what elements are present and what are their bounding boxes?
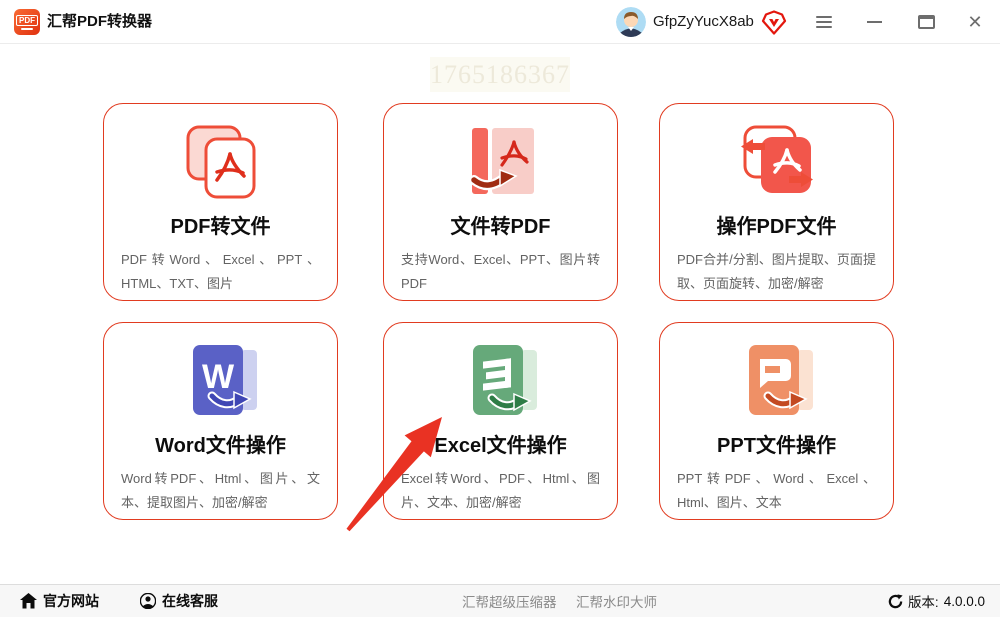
close-icon: ✕ bbox=[967, 12, 983, 32]
card-desc: Word转PDF、Html、图片、文本、提取图片、加密/解密 bbox=[121, 471, 320, 511]
app-logo-text: PDF bbox=[16, 14, 38, 26]
file-to-pdf-icon bbox=[456, 124, 546, 200]
app-logo-icon: PDF bbox=[14, 9, 40, 35]
super-compressor-link[interactable]: 汇帮超级压缩器 bbox=[462, 585, 557, 617]
card-desc: Excel转Word、PDF、Html、图片、文本、加密/解密 bbox=[401, 471, 600, 511]
version-info: 版本: 4.0.0.0 bbox=[888, 585, 985, 617]
app-title: 汇帮PDF转换器 bbox=[47, 13, 153, 30]
card-title: 操作PDF文件 bbox=[716, 216, 837, 238]
pdf-to-file-icon bbox=[176, 124, 266, 200]
avatar-icon bbox=[616, 7, 646, 37]
card-desc: 支持Word、Excel、PPT、图片转PDF bbox=[401, 252, 600, 292]
card-desc: PDF转Word、Excel、PPT、HTML、TXT、图片 bbox=[121, 252, 320, 292]
minimize-button[interactable] bbox=[856, 0, 892, 44]
vip-badge-icon[interactable] bbox=[761, 10, 787, 35]
excel-ops-icon bbox=[456, 343, 546, 419]
ppt-ops-icon bbox=[732, 343, 822, 419]
maximize-icon bbox=[917, 15, 935, 29]
card-word-ops[interactable]: W Word文件操作 Word转PDF、Html、图片、文本、提取图片、加密/解… bbox=[103, 322, 338, 520]
card-title: Word文件操作 bbox=[155, 435, 286, 457]
online-service-label: 在线客服 bbox=[162, 593, 218, 609]
user-avatar[interactable] bbox=[616, 7, 646, 37]
id-watermark: 1765186367 bbox=[430, 57, 570, 92]
annotation-arrow bbox=[346, 417, 442, 532]
card-excel-ops[interactable]: Excel文件操作 Excel转Word、PDF、Html、图片、文本、加密/解… bbox=[383, 322, 618, 520]
app-window: PDF 汇帮PDF转换器 GfpZyYucX8ab ✕ 1765186367 P… bbox=[0, 0, 1000, 617]
menu-button[interactable] bbox=[806, 0, 842, 44]
home-icon bbox=[20, 593, 37, 609]
maximize-button[interactable] bbox=[908, 0, 944, 44]
official-site-link[interactable]: 官方网站 bbox=[20, 585, 99, 617]
card-desc: PPT转PDF、Word、Excel、Html、图片、文本 bbox=[677, 471, 876, 511]
minimize-icon bbox=[866, 21, 882, 23]
card-title: 文件转PDF bbox=[450, 216, 551, 238]
title-bar: PDF 汇帮PDF转换器 GfpZyYucX8ab ✕ bbox=[0, 0, 1000, 44]
card-ppt-ops[interactable]: PPT文件操作 PPT转PDF、Word、Excel、Html、图片、文本 bbox=[659, 322, 894, 520]
online-service-link[interactable]: 在线客服 bbox=[140, 585, 218, 617]
username-label[interactable]: GfpZyYucX8ab bbox=[653, 0, 754, 44]
official-site-label: 官方网站 bbox=[43, 593, 99, 609]
card-title: PPT文件操作 bbox=[717, 435, 836, 457]
word-ops-icon: W bbox=[176, 343, 266, 419]
card-title: PDF转文件 bbox=[170, 216, 271, 238]
version-label: 版本: bbox=[907, 595, 939, 610]
card-file-to-pdf[interactable]: 文件转PDF 支持Word、Excel、PPT、图片转PDF bbox=[383, 103, 618, 301]
hamburger-icon bbox=[816, 13, 832, 31]
footer-bar: 官方网站 在线客服 汇帮超级压缩器 汇帮水印大师 版本: 4.0.0.0 bbox=[0, 584, 1000, 617]
watermark-master-link[interactable]: 汇帮水印大师 bbox=[576, 585, 657, 617]
version-value: 4.0.0.0 bbox=[943, 593, 985, 609]
card-title: Excel文件操作 bbox=[434, 435, 567, 457]
card-operate-pdf[interactable]: 操作PDF文件 PDF合并/分割、图片提取、页面提取、页面旋转、加密/解密 bbox=[659, 103, 894, 301]
operate-pdf-icon bbox=[732, 124, 822, 200]
close-button[interactable]: ✕ bbox=[957, 0, 993, 44]
person-icon bbox=[140, 593, 156, 609]
card-pdf-to-file[interactable]: PDF转文件 PDF转Word、Excel、PPT、HTML、TXT、图片 bbox=[103, 103, 338, 301]
svg-text:W: W bbox=[201, 358, 234, 396]
card-desc: PDF合并/分割、图片提取、页面提取、页面旋转、加密/解密 bbox=[677, 252, 876, 292]
refresh-icon[interactable] bbox=[888, 593, 903, 609]
